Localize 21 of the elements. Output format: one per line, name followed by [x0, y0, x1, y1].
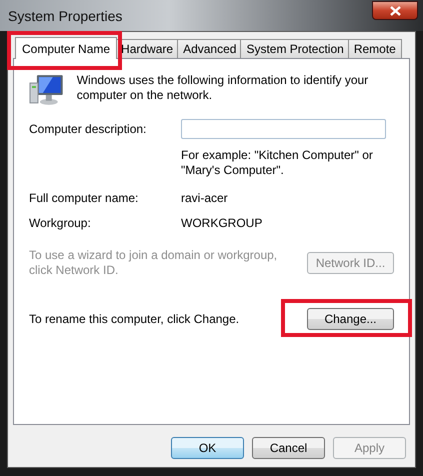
info-label: Workgroup: — [29, 216, 92, 228]
instruction-text: To use a wizard to join a domain or workgroup, click Network ID. — [29, 248, 278, 278]
tab[interactable]: Remote — [348, 39, 402, 58]
dialog-button[interactable]: OK — [171, 437, 244, 459]
action-button[interactable]: Change... — [307, 308, 394, 330]
tab[interactable]: System Protection — [240, 39, 350, 58]
info-value: ravi-acer — [181, 191, 229, 203]
info-value: WORKGROUP — [181, 216, 264, 228]
tab[interactable]: Advanced — [177, 39, 242, 58]
description-field[interactable] — [181, 119, 386, 139]
computer-icon — [29, 73, 65, 107]
example-text: For example: "Kitchen Computer" or "Mary's Computer". — [181, 148, 374, 178]
window-title: System Properties — [8, 8, 122, 24]
dialog-button[interactable]: Cancel — [252, 437, 325, 459]
intro-text: Windows uses the following information to identify your computer on the network. — [76, 73, 370, 103]
tab[interactable]: Computer Name — [15, 37, 118, 59]
info-label: Full computer name: — [29, 191, 140, 203]
field-label: Computer description: — [29, 121, 148, 138]
close-button[interactable] — [372, 1, 418, 20]
close-icon — [390, 6, 400, 16]
instruction-text: To rename this computer, click Change. — [29, 312, 240, 326]
